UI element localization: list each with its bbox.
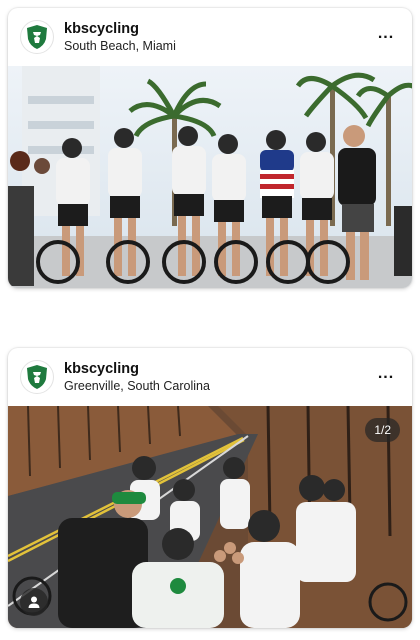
more-horizontal-icon: ...	[377, 25, 395, 42]
profile-avatar[interactable]	[20, 360, 54, 394]
shield-logo-icon	[27, 365, 47, 389]
post-photo[interactable]	[8, 66, 412, 288]
tagged-users-button[interactable]	[20, 588, 48, 616]
more-options-button[interactable]: ...	[372, 23, 400, 51]
profile-avatar[interactable]	[20, 20, 54, 54]
user-tag-icon	[28, 596, 40, 608]
post-username[interactable]: kbscycling	[64, 361, 372, 378]
post-header: kbscycling South Beach, Miami ...	[8, 8, 412, 66]
post-photo[interactable]: 1/2	[8, 406, 412, 628]
more-horizontal-icon: ...	[377, 365, 395, 382]
shield-logo-icon	[27, 25, 47, 49]
post-location[interactable]: South Beach, Miami	[64, 38, 372, 54]
post-header: kbscycling Greenville, South Carolina ..…	[8, 348, 412, 406]
post-card: kbscycling Greenville, South Carolina ..…	[8, 348, 412, 628]
more-options-button[interactable]: ...	[372, 363, 400, 391]
post-card: kbscycling South Beach, Miami ...	[8, 8, 412, 288]
carousel-counter: 1/2	[365, 418, 400, 442]
post-username[interactable]: kbscycling	[64, 21, 372, 38]
post-location[interactable]: Greenville, South Carolina	[64, 378, 372, 394]
